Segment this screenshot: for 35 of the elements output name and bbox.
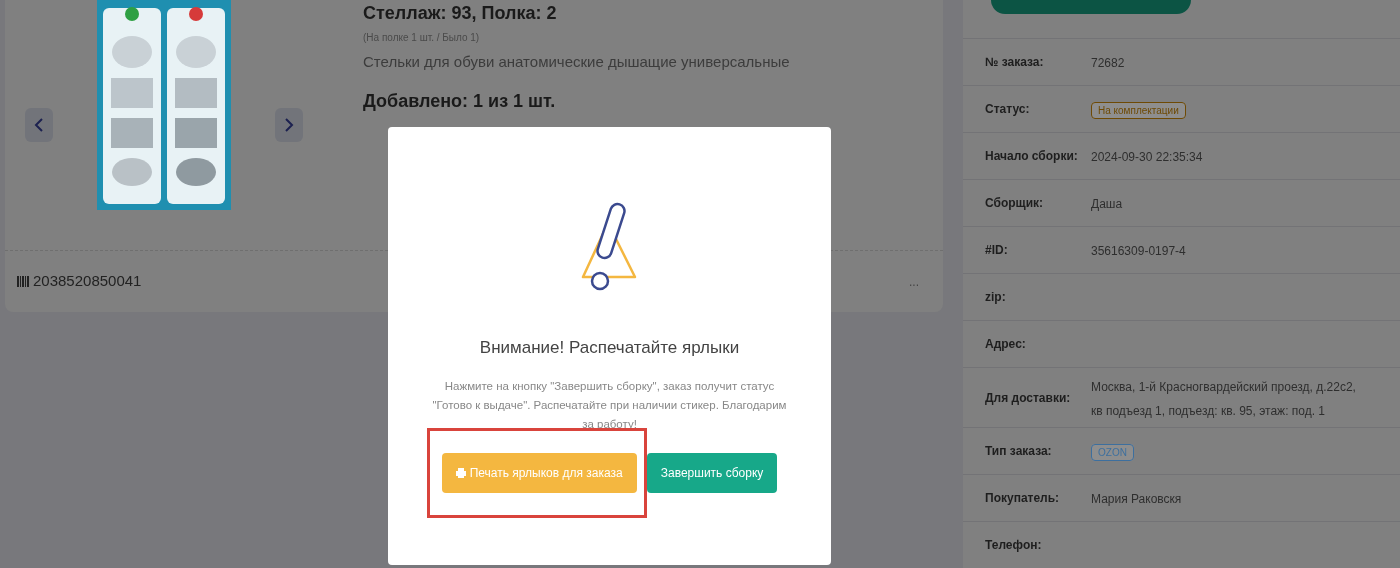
info-label: Тип заказа: bbox=[985, 443, 1053, 460]
dialog-message: Нажмите на кнопку "Завершить сборку", заказ получит статус "Готово к выдаче". Распечатайте при наличии стикер. Благодарим за работу! bbox=[431, 378, 788, 432]
info-label: zip: bbox=[985, 289, 1007, 307]
info-value: 2024-09-30 22:35:34 bbox=[1091, 150, 1203, 165]
status-badge: На комплектации bbox=[1091, 102, 1186, 120]
action-button[interactable] bbox=[991, 0, 1191, 14]
info-label: Сборщик: bbox=[985, 195, 1045, 213]
info-value: Даша bbox=[1091, 197, 1123, 212]
status-badge: OZON bbox=[1091, 444, 1134, 461]
info-value: Москва, 1-й Красногвардейский проезд, д.22с2, кв подъезд 1, подъезд: кв. 95, этаж: под. 1 bbox=[1091, 379, 1356, 418]
info-label: Статус: bbox=[985, 101, 1031, 119]
info-label: #ID: bbox=[985, 242, 1009, 260]
product-name: Стельки для обуви анатомические дышащие универсальные bbox=[363, 52, 790, 72]
print-labels-button[interactable]: Печать ярлыков для заказа bbox=[441, 452, 637, 493]
barcode-number: 2038520850041 bbox=[33, 271, 142, 292]
info-label: Телефон: bbox=[985, 537, 1043, 554]
previous-button[interactable] bbox=[25, 108, 53, 142]
printer-icon bbox=[455, 467, 466, 478]
info-label: № заказа: bbox=[985, 54, 1045, 72]
info-value: Мария Раковскя bbox=[1091, 492, 1182, 506]
dialog-title: Внимание! Распечатайте ярлыки bbox=[479, 337, 740, 359]
info-label: Начало сборки: bbox=[985, 148, 1079, 166]
finish-button[interactable]: Завершить сборку bbox=[646, 452, 778, 493]
info-label: Адрес: bbox=[985, 336, 1027, 354]
added-count: Добавлено: 1 из 1 шт. bbox=[363, 89, 557, 113]
more-menu[interactable]: ... bbox=[909, 272, 919, 291]
barcode-icon bbox=[17, 276, 29, 287]
info-label: Покупатель: bbox=[985, 490, 1061, 507]
info-value: 35616309-0197-4 bbox=[1091, 244, 1186, 259]
chevron-right-icon bbox=[284, 118, 294, 132]
next-button[interactable] bbox=[275, 108, 303, 142]
chevron-left-icon bbox=[34, 118, 44, 132]
info-value: 72682 bbox=[1091, 56, 1125, 71]
shelf-location: Стеллаж: 93, Полка: 2 bbox=[363, 2, 558, 24]
info-label: Для доставки: bbox=[985, 389, 1072, 407]
